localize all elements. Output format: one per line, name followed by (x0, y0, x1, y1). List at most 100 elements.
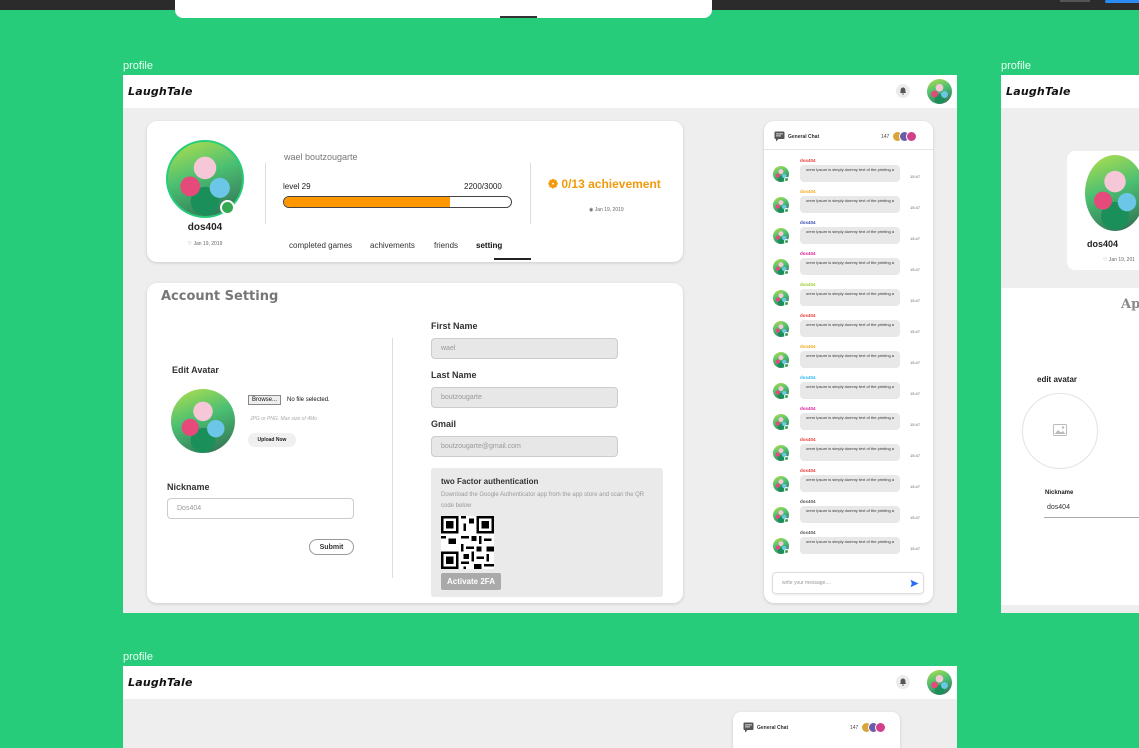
profile-joined-date: ♡ Jan 19, 2019 (187, 241, 223, 247)
message-author[interactable]: dos404 (800, 406, 816, 411)
chat-message-input[interactable]: write your message.... (772, 572, 924, 594)
top-frame-button[interactable] (1105, 0, 1139, 3)
activate-2fa-button[interactable]: Activate 2FA (441, 573, 501, 590)
file-status: No file selected. (287, 397, 330, 403)
message-author[interactable]: dos404 (800, 189, 816, 194)
message-time: 15:47 (910, 298, 921, 303)
message-author[interactable]: dos404 (800, 499, 816, 504)
chat-message: dos404 orem Ipsum is simply dummy text of… (773, 499, 928, 527)
tab-completed-games[interactable]: completed games (289, 241, 352, 250)
chat-message: dos404 orem Ipsum is simply dummy text of… (773, 437, 928, 465)
achievement-date: ◉ Jan 19, 2019 (589, 207, 624, 213)
general-chat-panel: General Chat 147 dos404 orem Ipsum is sim… (764, 121, 933, 603)
chat-message: dos404 orem Ipsum is simply dummy text of… (773, 220, 928, 248)
message-time: 15:47 (910, 236, 921, 241)
divider (392, 338, 393, 578)
qr-code (441, 516, 494, 569)
chat-icon (774, 131, 785, 142)
two-factor-description: Download the Google Authenticator app fr… (441, 492, 645, 509)
upload-now-button[interactable]: Upload Now (248, 433, 296, 447)
online-status-dot (784, 208, 789, 213)
chat-title: General Chat (788, 134, 820, 140)
chat-message: dos404 orem Ipsum is simply dummy text of… (773, 158, 928, 186)
divider (265, 163, 266, 224)
message-time: 15:47 (910, 422, 921, 427)
message-author[interactable]: dos404 (800, 437, 816, 442)
calendar-icon: ◉ (589, 207, 594, 213)
first-name-label: First Name (431, 321, 478, 331)
chat-message: dos404 orem Ipsum is simply dummy text of… (773, 251, 928, 279)
first-name-input[interactable]: wael (431, 338, 618, 359)
logo[interactable]: LaughTale (128, 85, 193, 98)
chat-icon (743, 722, 754, 733)
message-author[interactable]: dos404 (800, 282, 816, 287)
level-label: level 29 (283, 182, 311, 191)
message-author[interactable]: dos404 (800, 158, 816, 163)
frame-label-bottom[interactable]: profile (123, 651, 153, 663)
message-time: 15:47 (910, 360, 921, 365)
side-nickname-input[interactable]: dos404 (1044, 504, 1139, 518)
profile-login: dos404 (187, 222, 223, 233)
message-author[interactable]: dos404 (800, 251, 816, 256)
frame-label-side[interactable]: profile (1001, 60, 1031, 72)
edit-avatar-label: Edit Avatar (172, 365, 219, 375)
submit-button[interactable]: Submit (309, 539, 354, 555)
tab-friends[interactable]: friends (434, 241, 458, 250)
message-author[interactable]: dos404 (800, 313, 816, 318)
frame-label-main[interactable]: profile (123, 60, 153, 72)
message-author[interactable]: dos404 (800, 530, 816, 535)
message-bubble: orem Ipsum is simply dummy text of the p… (800, 413, 900, 430)
online-status-dot (220, 200, 235, 215)
message-time: 15:47 (910, 515, 921, 520)
achievement-count: 0/13 achievement (561, 177, 661, 191)
message-bubble: orem Ipsum is simply dummy text of the p… (800, 537, 900, 554)
message-bubble: orem Ipsum is simply dummy text of the p… (800, 475, 900, 492)
nickname-label: Nickname (167, 482, 210, 492)
bell-icon[interactable] (896, 84, 910, 98)
gmail-input[interactable]: boutzougarte@gmail.com (431, 436, 618, 457)
user-avatar[interactable] (927, 670, 952, 695)
message-bubble: orem Ipsum is simply dummy text of the p… (800, 444, 900, 461)
message-author[interactable]: dos404 (800, 375, 816, 380)
chat-message: dos404 orem Ipsum is simply dummy text of… (773, 530, 928, 558)
bell-icon[interactable] (896, 675, 910, 689)
top-frame-strip (0, 0, 1139, 18)
chat-member-count: 147 (850, 725, 859, 731)
message-author[interactable]: dos404 (800, 344, 816, 349)
online-status-dot (784, 177, 789, 182)
logo[interactable]: LaughTale (1006, 85, 1071, 98)
avatar-upload-placeholder[interactable] (1022, 393, 1098, 469)
chat-header: General Chat 147 (743, 722, 893, 736)
nickname-input[interactable]: Dos404 (167, 498, 354, 519)
message-bubble: orem Ipsum is simply dummy text of the p… (800, 196, 900, 213)
message-time: 15:47 (910, 484, 921, 489)
profile-full-name: wael boutzougarte (284, 152, 358, 162)
chat-divider (764, 149, 933, 150)
side-profile-card: dos404 ♡ Jan 19, 201 (1067, 151, 1139, 270)
side-profile-joined: ♡ Jan 19, 201 (1103, 257, 1136, 263)
tab-setting[interactable]: setting (476, 241, 502, 250)
browse-button[interactable]: Browse... (248, 395, 282, 405)
online-status-dot (784, 425, 789, 430)
active-tab-underline (494, 258, 531, 260)
file-picker[interactable]: Browse... No file selected. (248, 395, 330, 405)
last-name-input[interactable]: boutzougarte (431, 387, 618, 408)
side-profile-joined-text: Jan 19, 201 (1108, 257, 1136, 263)
tab-achievements[interactable]: achivements (370, 241, 415, 250)
top-frame-tab-underline (500, 16, 537, 18)
message-bubble: orem Ipsum is simply dummy text of the p… (800, 382, 900, 399)
top-frame-pill (1060, 0, 1090, 2)
file-hint: JPG or PNG. Max size of 4Mo (250, 416, 317, 422)
message-bubble: orem Ipsum is simply dummy text of the p… (800, 289, 900, 306)
side-edit-avatar-label: edit avatar (1037, 375, 1078, 384)
message-author[interactable]: dos404 (800, 220, 816, 225)
logo[interactable]: LaughTale (128, 676, 193, 689)
message-bubble: orem Ipsum is simply dummy text of the p… (800, 506, 900, 523)
chat-member-count: 147 (881, 134, 890, 140)
user-avatar[interactable] (927, 79, 952, 104)
chat-input-placeholder: write your message.... (782, 580, 831, 586)
message-author[interactable]: dos404 (800, 468, 816, 473)
send-icon[interactable] (910, 579, 919, 588)
message-bubble: orem Ipsum is simply dummy text of the p… (800, 320, 900, 337)
online-status-dot (784, 518, 789, 523)
